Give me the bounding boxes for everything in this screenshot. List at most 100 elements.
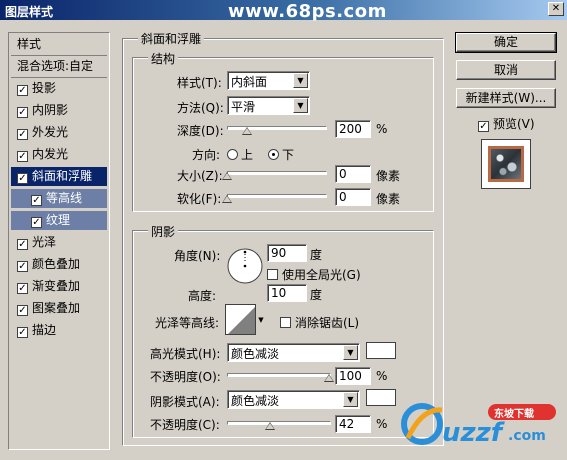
style-list-checkbox[interactable]: ✓ <box>17 239 28 250</box>
direction-label: 方向: <box>192 148 221 162</box>
style-list-item[interactable]: 混合选项:自定 <box>11 57 107 78</box>
watermark-text: www.68ps.com <box>228 1 387 22</box>
global-light-option[interactable]: 使用全局光(G) <box>267 266 361 283</box>
style-list-label: 内阴影 <box>32 103 69 117</box>
new-style-button[interactable]: 新建样式(W)... <box>456 88 556 108</box>
chevron-down-icon[interactable]: ▼ <box>293 73 308 88</box>
logo-text: uzzf <box>442 418 503 448</box>
shadow-opacity-unit: % <box>376 417 388 431</box>
style-list-label: 颜色叠加 <box>32 257 81 271</box>
preview-checkbox[interactable]: ✓ <box>478 121 489 132</box>
close-button[interactable]: ✕ <box>548 2 564 16</box>
style-list-label: 图案叠加 <box>32 301 81 315</box>
technique-select[interactable]: 平滑 ▼ <box>227 96 310 115</box>
size-input[interactable]: 0 <box>335 165 371 183</box>
style-list-checkbox[interactable]: ✓ <box>31 195 42 206</box>
shadow-color-swatch[interactable] <box>366 389 396 406</box>
altitude-label: 高度: <box>188 289 217 303</box>
shadow-opacity-label: 不透明度(C): <box>150 418 220 432</box>
technique-label: 方法(Q): <box>177 101 224 115</box>
style-list-item[interactable]: ✓ 内发光 <box>11 145 107 164</box>
window-title: 图层样式 <box>5 5 54 19</box>
chevron-down-icon[interactable]: ▼ <box>343 392 358 407</box>
style-list-checkbox[interactable]: ✓ <box>17 283 28 294</box>
shadow-mode-select[interactable]: 颜色减淡 ▼ <box>227 390 360 409</box>
style-list-item[interactable]: ✓ 等高线 <box>11 189 107 208</box>
chevron-down-icon[interactable]: ▼ <box>343 345 358 360</box>
style-list-checkbox[interactable]: ✓ <box>17 327 28 338</box>
logo-badge: 东坡下载 <box>494 409 534 420</box>
style-list-item[interactable]: ✓ 纹理 <box>11 211 107 230</box>
style-list-item[interactable]: ✓ 内阴影 <box>11 101 107 120</box>
depth-slider-thumb[interactable] <box>241 127 252 135</box>
direction-down-label: 下 <box>282 148 295 162</box>
style-list-item[interactable]: ✓ 颜色叠加 <box>11 255 107 274</box>
gloss-contour-label: 光泽等高线: <box>155 316 220 330</box>
size-slider[interactable] <box>227 171 327 175</box>
contour-shape <box>228 307 255 334</box>
style-list-label: 斜面和浮雕 <box>32 169 93 183</box>
style-list-checkbox[interactable]: ✓ <box>17 151 28 162</box>
style-list-item[interactable]: ✓ 外发光 <box>11 123 107 142</box>
style-list-item[interactable]: ✓ 渐变叠加 <box>11 277 107 296</box>
angle-dial-handle <box>243 250 247 254</box>
shadow-opacity-slider[interactable] <box>227 421 331 425</box>
depth-unit: % <box>376 122 388 136</box>
style-list-item[interactable]: ✓ 光泽 <box>11 233 107 252</box>
gloss-contour-picker[interactable]: ▼ <box>225 304 265 336</box>
angle-dial[interactable] <box>226 247 264 285</box>
style-list-checkbox[interactable]: ✓ <box>17 173 28 184</box>
depth-input[interactable]: 200 <box>335 120 371 138</box>
direction-down-option[interactable]: 下 <box>268 146 294 163</box>
soften-input[interactable]: 0 <box>335 188 371 206</box>
soften-slider[interactable] <box>227 194 327 198</box>
style-list-checkbox[interactable]: ✓ <box>17 305 28 316</box>
style-list-checkbox[interactable]: ✓ <box>31 217 42 228</box>
style-list-checkbox[interactable]: ✓ <box>17 129 28 140</box>
shadow-opacity-input[interactable]: 42 <box>335 415 371 433</box>
shading-title: 阴影 <box>148 223 179 240</box>
highlight-opacity-slider[interactable] <box>227 373 331 377</box>
angle-input[interactable]: 90 <box>267 244 307 262</box>
style-list-checkbox[interactable]: ✓ <box>17 107 28 118</box>
shadow-opacity-thumb[interactable] <box>264 422 275 430</box>
size-slider-thumb[interactable] <box>222 172 232 180</box>
style-list-item[interactable]: ✓ 图案叠加 <box>11 299 107 318</box>
preview-option[interactable]: ✓ 预览(V) <box>478 115 535 132</box>
altitude-input[interactable]: 10 <box>267 284 307 302</box>
style-list-label: 内发光 <box>32 147 69 161</box>
depth-label: 深度(D): <box>177 124 224 138</box>
style-select-value: 内斜面 <box>231 75 268 89</box>
antialias-checkbox[interactable] <box>280 317 291 328</box>
altitude-unit: 度 <box>310 288 323 302</box>
direction-up-radio[interactable] <box>227 149 238 160</box>
style-list-item[interactable]: ✓ 投影 <box>11 79 107 98</box>
style-select[interactable]: 内斜面 ▼ <box>227 71 310 90</box>
antialias-option[interactable]: 消除锯齿(L) <box>280 314 359 331</box>
direction-up-option[interactable]: 上 <box>227 146 253 163</box>
style-list-label: 光泽 <box>32 235 57 249</box>
soften-slider-thumb[interactable] <box>222 195 232 203</box>
style-list-checkbox[interactable]: ✓ <box>17 261 28 272</box>
ok-button[interactable]: 确定 <box>455 32 557 53</box>
direction-down-radio[interactable] <box>268 149 279 160</box>
highlight-color-swatch[interactable] <box>366 342 396 359</box>
style-list-checkbox[interactable]: ✓ <box>17 85 28 96</box>
style-list-label: 混合选项:自定 <box>17 59 94 73</box>
style-list-item[interactable]: 样式 <box>11 35 107 56</box>
highlight-mode-label: 高光模式(H): <box>150 347 221 361</box>
highlight-opacity-input[interactable]: 100 <box>335 367 371 385</box>
angle-unit: 度 <box>310 248 323 262</box>
chevron-down-icon[interactable]: ▼ <box>293 98 308 113</box>
style-list-label: 样式 <box>17 37 42 51</box>
highlight-mode-select[interactable]: 颜色减淡 ▼ <box>227 343 360 362</box>
contour-preview-icon[interactable] <box>225 304 256 335</box>
global-light-checkbox[interactable] <box>267 269 278 280</box>
cancel-button[interactable]: 取消 <box>456 60 556 80</box>
angle-label: 角度(N): <box>174 249 221 263</box>
style-list-label: 外发光 <box>32 125 69 139</box>
highlight-opacity-thumb[interactable] <box>324 374 334 382</box>
style-list-item[interactable]: ✓ 斜面和浮雕 <box>11 167 107 186</box>
chevron-down-icon[interactable]: ▼ <box>257 304 265 336</box>
style-list-item[interactable]: ✓ 描边 <box>11 321 107 340</box>
